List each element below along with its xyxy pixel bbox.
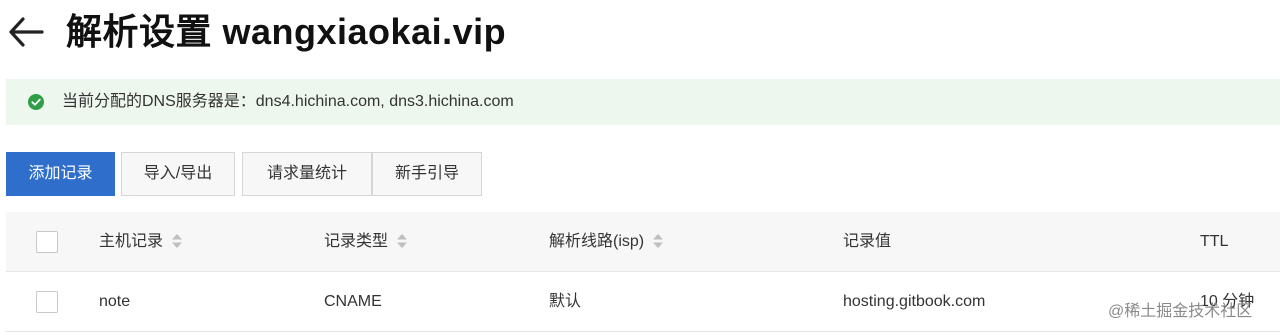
import-export-button[interactable]: 导入/导出 [121, 152, 235, 196]
page-header: 解析设置 wangxiaokai.vip [0, 0, 1280, 66]
value-cell: hosting.gitbook.com [843, 293, 986, 310]
row-checkbox[interactable] [36, 291, 58, 313]
table-row[interactable]: note CNAME 默认 hosting.gitbook.com 10 分钟 [6, 272, 1280, 332]
sort-icon[interactable] [171, 233, 183, 249]
line-cell: 默认 [549, 293, 582, 310]
column-type: 记录类型 [324, 232, 408, 252]
column-host-label: 主机记录 [99, 233, 164, 250]
column-value: 记录值 [843, 233, 892, 250]
column-line: 解析线路(isp) [549, 232, 664, 252]
request-stats-button[interactable]: 请求量统计 [242, 152, 372, 196]
watermark: @稀土掘金技术社区 [1108, 303, 1253, 320]
host-cell: note [99, 293, 131, 310]
select-all-checkbox[interactable] [36, 231, 58, 253]
column-ttl: TTL [1200, 233, 1229, 250]
page-title: 解析设置 wangxiaokai.vip [66, 11, 507, 52]
add-record-button[interactable]: 添加记录 [6, 152, 115, 196]
table-header: 主机记录 记录类型 解析线路(isp) 记录值 TTL [6, 212, 1280, 272]
arrow-left-icon[interactable] [6, 14, 46, 50]
column-line-label: 解析线路(isp) [549, 233, 645, 250]
check-circle-icon [28, 94, 44, 110]
beginner-guide-button[interactable]: 新手引导 [372, 152, 482, 196]
column-type-label: 记录类型 [324, 233, 389, 250]
column-host: 主机记录 [99, 232, 183, 252]
sort-icon[interactable] [396, 233, 408, 249]
type-cell: CNAME [324, 293, 382, 310]
sort-icon[interactable] [652, 233, 664, 249]
dns-server-notice: 当前分配的DNS服务器是：dns4.hichina.com, dns3.hich… [6, 79, 1280, 125]
notice-text: 当前分配的DNS服务器是：dns4.hichina.com, dns3.hich… [62, 93, 514, 110]
